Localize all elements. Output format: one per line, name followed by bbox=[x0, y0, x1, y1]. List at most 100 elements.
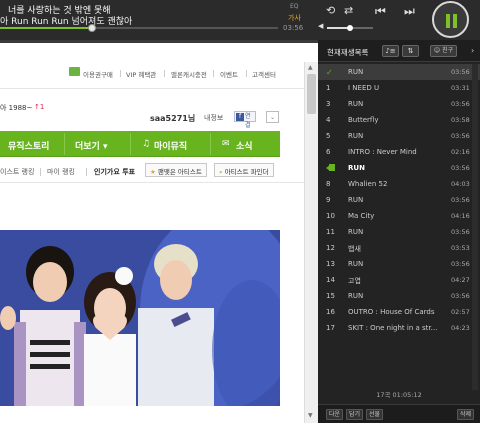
track-row[interactable]: 6 INTRO : Never Mind 02:16 bbox=[318, 144, 480, 160]
artist-finder-label: 아티스트 파인더 bbox=[224, 168, 269, 176]
playlist-title: 현재재생목록 bbox=[327, 48, 369, 57]
elapsed-time: 03:56 bbox=[283, 24, 304, 32]
friend-button[interactable]: ☺ 친구 bbox=[430, 45, 457, 57]
playlist-actions: 다운 담기 선물 삭제 bbox=[318, 404, 480, 423]
divider bbox=[0, 88, 304, 89]
pause-icon bbox=[446, 14, 450, 28]
track-row[interactable]: 5 RUN 03:56 bbox=[318, 128, 480, 144]
lyrics-button[interactable]: 가사 bbox=[288, 13, 301, 23]
track-duration: 03:56 bbox=[451, 196, 470, 204]
divider bbox=[0, 182, 304, 183]
download-button[interactable]: 다운 bbox=[326, 409, 344, 420]
nav-music-story[interactable]: 뮤직스토리 bbox=[8, 139, 49, 152]
previous-icon[interactable]: ⏮ bbox=[375, 4, 386, 19]
scroll-thumb[interactable] bbox=[307, 74, 316, 114]
shuffle-icon[interactable]: ⇄ bbox=[344, 4, 353, 17]
track-row[interactable]: 9 RUN 03:56 bbox=[318, 192, 480, 208]
scroll-down-icon[interactable]: ▼ bbox=[308, 412, 313, 419]
facebook-icon: f bbox=[236, 113, 244, 121]
next-icon[interactable]: ⏭ bbox=[404, 4, 415, 19]
pause-button[interactable] bbox=[432, 1, 469, 38]
nav-more[interactable]: 더보기 ▾ bbox=[75, 139, 108, 152]
progress-bar[interactable] bbox=[0, 24, 278, 32]
track-title: RUN bbox=[348, 260, 364, 268]
track-title: Butterfly bbox=[348, 116, 379, 124]
track-row[interactable]: 11 RUN 03:56 bbox=[318, 224, 480, 240]
player-bar: 너를 사랑하는 것 밖엔 못해 아 Run Run Run 넘어져도 괜찮아 E… bbox=[0, 0, 480, 40]
divider bbox=[86, 168, 87, 176]
track-title: Whalien 52 bbox=[348, 180, 388, 188]
submenu-vote[interactable]: 인기가요 투표 bbox=[94, 167, 135, 177]
volume-handle[interactable] bbox=[347, 25, 353, 31]
volume-slider[interactable] bbox=[327, 25, 373, 31]
track-number: 1 bbox=[326, 84, 331, 92]
track-row[interactable]: 1 I NEED U 03:31 bbox=[318, 80, 480, 96]
nav-news[interactable]: 소식 bbox=[236, 139, 253, 152]
repeat-icon[interactable]: ⟲ bbox=[326, 4, 335, 17]
util-link-cash[interactable]: 멜론캐시충전 bbox=[171, 69, 207, 79]
util-link-event[interactable]: 이벤트 bbox=[220, 69, 238, 79]
username[interactable]: saa5271님 bbox=[150, 113, 195, 124]
liked-artist-label: 팬맺은 아티스트 bbox=[157, 168, 202, 176]
util-link-vip[interactable]: VIP 혜택관 bbox=[126, 69, 156, 79]
track-row[interactable]: ✓ RUN 03:56 bbox=[318, 64, 480, 80]
track-row[interactable]: 8 Whalien 52 04:03 bbox=[318, 176, 480, 192]
util-link-help[interactable]: 고객센터 bbox=[252, 69, 276, 79]
check-icon: ✓ bbox=[326, 68, 333, 77]
progress-fill bbox=[0, 27, 92, 29]
rank-change: ↑1 bbox=[34, 103, 45, 111]
submenu-east-ranking[interactable]: 이스트 랭킹 bbox=[0, 167, 34, 177]
track-duration: 03:56 bbox=[451, 228, 470, 236]
sort-icon[interactable]: ⇅ bbox=[402, 45, 419, 57]
track-row[interactable]: 3 RUN 03:56 bbox=[318, 96, 480, 112]
track-title: Ma City bbox=[348, 212, 375, 220]
track-row[interactable]: 15 RUN 03:56 bbox=[318, 288, 480, 304]
track-duration: 02:16 bbox=[451, 148, 470, 156]
track-row[interactable]: 14 고엽 04:27 bbox=[318, 272, 480, 288]
delete-button[interactable]: 삭제 bbox=[457, 409, 475, 420]
track-title: SKIT : One night in a str... bbox=[348, 324, 438, 332]
fb-label: 연결 bbox=[245, 113, 251, 129]
track-number: 5 bbox=[326, 132, 331, 140]
submenu-my-ranking[interactable]: 마이 랭킹 bbox=[47, 167, 75, 177]
track-title: RUN bbox=[348, 196, 364, 204]
track-duration: 03:53 bbox=[451, 244, 470, 252]
track-title: RUN bbox=[348, 132, 364, 140]
track-number: 3 bbox=[326, 100, 331, 108]
screen: { "player": { "lyric_line1": "너를 사랑하는 것 … bbox=[0, 0, 480, 423]
gift-button[interactable]: 선물 bbox=[366, 409, 384, 420]
liked-artist-button[interactable]: ★ 팬맺은 아티스트 bbox=[145, 163, 207, 177]
progress-handle[interactable] bbox=[87, 24, 96, 32]
scroll-up-icon[interactable]: ▲ bbox=[308, 64, 313, 71]
my-info-link[interactable]: 내정보 bbox=[204, 113, 223, 123]
track-row[interactable]: 17 SKIT : One night in a str... 04:23 bbox=[318, 320, 480, 336]
track-duration: 03:56 bbox=[451, 100, 470, 108]
search-icon: ⌕ bbox=[219, 168, 223, 176]
eq-button[interactable]: EQ bbox=[290, 3, 299, 10]
track-row[interactable]: 13 RUN 03:56 bbox=[318, 256, 480, 272]
nav-my-music[interactable]: 마이뮤직 bbox=[154, 139, 187, 152]
track-row[interactable]: 4 Butterfly 03:58 bbox=[318, 112, 480, 128]
track-row[interactable]: 10 Ma City 04:16 bbox=[318, 208, 480, 224]
browser-window: 이용권구매 VIP 혜택관 멜론캐시충전 이벤트 고객센터 아 1988~ ↑1… bbox=[0, 40, 318, 423]
playlist-scrollbar[interactable] bbox=[472, 64, 478, 390]
friend-icon: ☺ bbox=[433, 47, 441, 54]
util-link-buy[interactable]: 이용권구매 bbox=[83, 69, 113, 79]
browser-scrollbar[interactable]: ▲ ▼ bbox=[304, 62, 318, 423]
track-number: 13 bbox=[326, 260, 335, 268]
list-view-icon[interactable]: ♪≡ bbox=[382, 45, 399, 57]
main-nav: 뮤직스토리 더보기 ▾ ♫ 마이뮤직 ✉ 소식 bbox=[0, 131, 280, 157]
add-button[interactable]: 담기 bbox=[346, 409, 364, 420]
collapse-icon[interactable]: › bbox=[471, 46, 474, 55]
now-playing-icon bbox=[326, 164, 335, 171]
window-edge bbox=[0, 40, 318, 43]
chevron-down-icon[interactable]: ⌄ bbox=[266, 111, 279, 123]
track-row[interactable]: RUN 03:56 bbox=[318, 160, 480, 176]
track-row[interactable]: 12 뱁새 03:53 bbox=[318, 240, 480, 256]
volume-icon[interactable]: ◀ bbox=[318, 22, 323, 30]
artist-finder-button[interactable]: ⌕ 아티스트 파인더 bbox=[214, 163, 274, 177]
track-row[interactable]: 16 OUTRO : House Of Cards 02:57 bbox=[318, 304, 480, 320]
chart-fragment[interactable]: 아 1988~ bbox=[0, 103, 32, 113]
facebook-connect-button[interactable]: f 연결 bbox=[234, 111, 256, 129]
promo-banner-image[interactable] bbox=[0, 230, 280, 406]
